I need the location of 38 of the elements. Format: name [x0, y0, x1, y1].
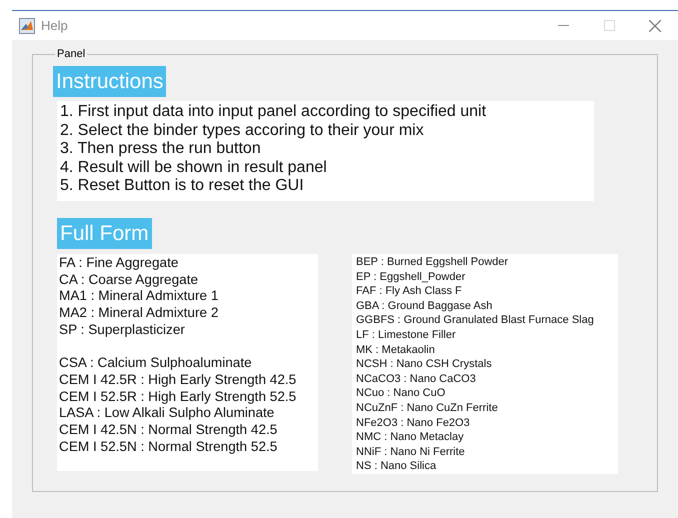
- abbreviation-line: NS : Nano Silica: [356, 459, 438, 474]
- abbreviation-line: CA : Coarse Aggregate: [59, 272, 200, 288]
- abbreviation-line: NCSH : Nano CSH Crystals: [356, 357, 493, 372]
- abbreviation-line: NNiF : Nano Ni Ferrite: [356, 444, 466, 460]
- window-title: Help: [41, 18, 69, 33]
- abbreviation-line: MA2 : Mineral Admixture 2: [59, 305, 220, 322]
- abbreviation-line: CEM I 52.5R : High Early Strength 52.5: [59, 388, 298, 406]
- abbreviation-line: FA : Fine Aggregate: [59, 255, 180, 272]
- abbreviation-line: GBA : Ground Baggase Ash: [356, 298, 494, 314]
- instruction-line: 1. First input data into input panel according to specified unit: [60, 103, 488, 122]
- close-icon[interactable]: [649, 20, 661, 32]
- abbreviation-line: MA1 : Mineral Admixture 1: [59, 288, 220, 306]
- abbreviation-line: BEP : Burned Eggshell Powder: [356, 255, 510, 270]
- abbreviation-line: GGBFS : Ground Granulated Blast Furnace Slag: [356, 313, 595, 328]
- abbreviation-line: CEM I 42.5R : High Early Strength 42.5: [59, 372, 298, 389]
- abbreviation-line: MK : Metakaolin: [356, 342, 436, 358]
- minimize-icon[interactable]: [558, 24, 568, 26]
- section-heading: Instructions: [53, 66, 166, 97]
- abbreviation-line: SP : Superplasticizer: [59, 322, 186, 339]
- abbreviation-line: CEM I 42.5N : Normal Strength 42.5: [59, 422, 278, 439]
- abbreviation-line: NMC : Nano Metaclay: [356, 430, 465, 445]
- instruction-line: 4. Result will be shown in result panel: [60, 158, 328, 178]
- app-icon: [19, 18, 35, 34]
- instruction-line: 5. Reset Button is to reset the GUI: [60, 177, 305, 196]
- abbreviation-line: NCuZnF : Nano CuZn Ferrite: [356, 400, 499, 416]
- abbreviation-line: NCuo : Nano CuO: [356, 386, 446, 401]
- abbreviation-line: LF : Limestone Filler: [356, 328, 457, 343]
- instruction-line: 3. Then press the run button: [60, 140, 262, 159]
- abbreviation-line: NFe2O3 : Nano Fe2O3: [356, 416, 471, 430]
- abbreviation-line: FAF : Fly Ash Class F: [356, 284, 463, 299]
- panel-title: Panel: [56, 48, 86, 60]
- section-heading: Full Form: [57, 218, 152, 249]
- abbreviation-line: CEM I 52.5N : Normal Strength 52.5: [59, 438, 278, 456]
- abbreviation-line: EP : Eggshell_Powder: [356, 270, 466, 284]
- instruction-line: 2. Select the binder types accoring to their your mix: [60, 122, 425, 140]
- abbreviation-line: CSA : Calcium Sulphoaluminate: [59, 355, 253, 372]
- abbreviation-line: NCaCO3 : Nano CaCO3: [356, 372, 477, 386]
- abbreviation-line: LASA : Low Alkali Sulpho Aluminate: [59, 405, 276, 422]
